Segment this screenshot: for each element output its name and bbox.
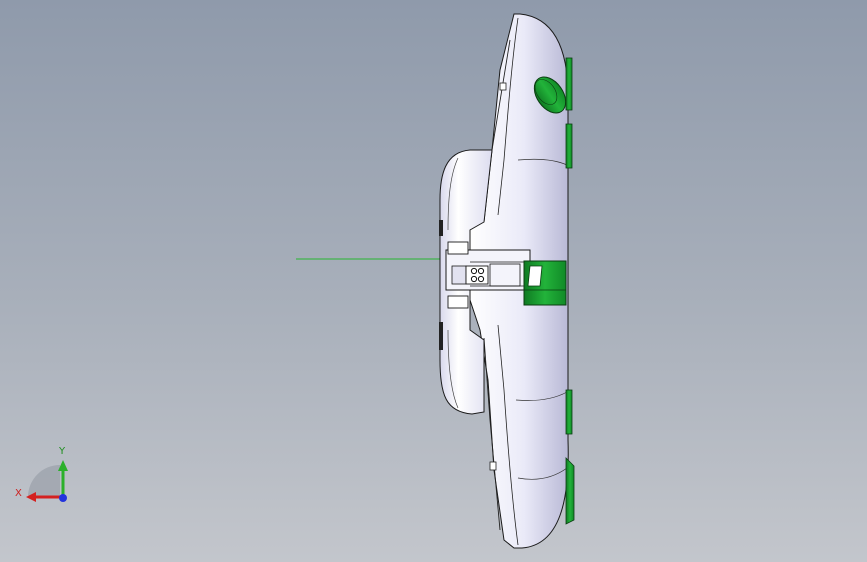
coordinate-triad-icon: X Y xyxy=(15,446,68,502)
triad-y-label: Y xyxy=(58,446,66,457)
green-rim-tab-1 xyxy=(565,57,573,111)
green-rim-tab-2 xyxy=(565,123,573,169)
spoke-marker-bottom xyxy=(489,461,497,471)
cad-viewport[interactable]: X Y xyxy=(0,0,867,562)
spoke-marker-top xyxy=(499,82,507,91)
triad-x-label: X xyxy=(15,488,22,499)
green-rim-tab-3 xyxy=(565,389,573,435)
green-center-block xyxy=(523,260,567,306)
model-view: X Y xyxy=(15,13,575,549)
hub-button-top xyxy=(439,220,443,236)
green-rim-tab-4 xyxy=(565,457,575,525)
hub-button-bottom xyxy=(439,322,443,350)
